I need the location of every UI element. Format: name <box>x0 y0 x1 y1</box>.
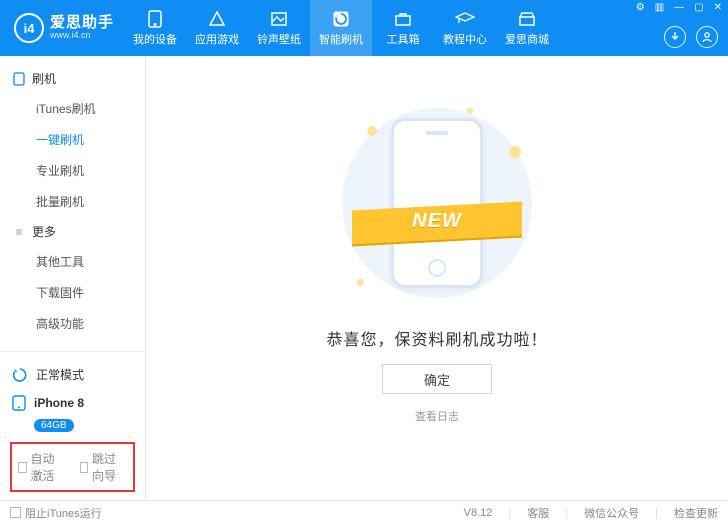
cb-label: 自动激活 <box>31 450 66 484</box>
account-btn[interactable] <box>696 26 718 48</box>
group-label: 刷机 <box>32 70 56 87</box>
nav-apps[interactable]: 应用游戏 <box>186 0 248 56</box>
apps-icon <box>207 10 227 28</box>
sidebar-group-more[interactable]: ≡ 更多 <box>0 217 145 246</box>
download-btn[interactable] <box>664 26 686 48</box>
main-panel: NEW 恭喜您，保资料刷机成功啦！ 确定 查看日志 <box>146 56 728 500</box>
flash-icon <box>331 10 351 28</box>
skin-btn[interactable]: ▥ <box>655 2 664 13</box>
sidebar-item-download-fw[interactable]: 下载固件 <box>0 277 145 308</box>
brand-logo-icon: i4 <box>14 13 44 43</box>
nav-label: 应用游戏 <box>195 31 239 47</box>
brand-name: 爱思助手 <box>50 15 114 32</box>
settings-btn[interactable]: ⚙ <box>636 2 645 13</box>
nav-flash[interactable]: 智能刷机 <box>310 0 372 56</box>
version-label: V8.12 <box>464 507 493 519</box>
sidebar-item-oneclick-flash[interactable]: 一键刷机 <box>0 124 145 155</box>
checkbox-skip-setup[interactable]: 跳过向导 <box>80 450 128 484</box>
wechat-link[interactable]: 微信公众号 <box>584 505 639 521</box>
minimize-btn[interactable]: ― <box>674 2 684 13</box>
nav-label: 智能刷机 <box>319 31 363 47</box>
sidebar-item-other-tools[interactable]: 其他工具 <box>0 246 145 277</box>
checkbox-block-itunes[interactable]: 阻止iTunes运行 <box>10 505 102 521</box>
app-header: i4 爱思助手 www.i4.cn 我的设备 应用游戏 铃声壁纸 智能刷机 工具… <box>0 0 728 56</box>
view-log-link[interactable]: 查看日志 <box>415 408 459 424</box>
toolbox-icon <box>393 10 413 28</box>
success-illustration: NEW <box>327 98 547 308</box>
device-name: iPhone 8 <box>34 396 84 410</box>
check-update-link[interactable]: 检查更新 <box>674 505 718 521</box>
sidebar-item-pro-flash[interactable]: 专业刷机 <box>0 155 145 186</box>
nav-my-device[interactable]: 我的设备 <box>124 0 186 56</box>
storage-badge: 64GB <box>34 419 74 432</box>
window-buttons: ⚙ ▥ ― ▢ ✕ <box>636 2 722 13</box>
tutorial-icon <box>455 10 475 28</box>
store-icon <box>517 10 537 28</box>
sidebar-group-flash[interactable]: 刷机 <box>0 64 145 93</box>
nav-tutorials[interactable]: 教程中心 <box>434 0 496 56</box>
checkbox-auto-activate[interactable]: 自动激活 <box>18 450 66 484</box>
sidebar-item-batch-flash[interactable]: 批量刷机 <box>0 186 145 217</box>
post-flash-options: 自动激活 跳过向导 <box>10 442 135 492</box>
close-btn[interactable]: ✕ <box>714 2 722 13</box>
new-ribbon: NEW <box>352 198 522 248</box>
ribbon-text: NEW <box>352 210 522 233</box>
device-icon <box>12 395 26 411</box>
device-info[interactable]: iPhone 8 <box>10 389 135 417</box>
nav-toolbox[interactable]: 工具箱 <box>372 0 434 56</box>
cb-label: 跳过向导 <box>92 450 127 484</box>
phone-outline-icon <box>12 72 26 86</box>
brand: i4 爱思助手 www.i4.cn <box>0 0 124 56</box>
wallpaper-icon <box>269 10 289 28</box>
phone-icon <box>145 10 165 28</box>
nav-label: 爱思商城 <box>505 31 549 47</box>
ok-button[interactable]: 确定 <box>382 364 492 394</box>
sidebar-item-advanced[interactable]: 高级功能 <box>0 308 145 339</box>
list-icon: ≡ <box>12 225 26 239</box>
success-message: 恭喜您，保资料刷机成功啦！ <box>326 326 547 350</box>
nav-label: 铃声壁纸 <box>257 31 301 47</box>
group-label: 更多 <box>32 223 56 240</box>
device-mode[interactable]: 正常模式 <box>10 360 135 389</box>
maximize-btn[interactable]: ▢ <box>694 2 703 13</box>
cb-label: 阻止iTunes运行 <box>25 505 102 521</box>
brand-sub: www.i4.cn <box>50 31 114 41</box>
nav-label: 教程中心 <box>443 31 487 47</box>
mode-label: 正常模式 <box>36 366 84 383</box>
status-bar: 阻止iTunes运行 V8.12 | 客服 | 微信公众号 | 检查更新 <box>0 500 728 524</box>
nav-ringtone-wallpaper[interactable]: 铃声壁纸 <box>248 0 310 56</box>
refresh-icon <box>12 367 28 383</box>
nav-label: 工具箱 <box>387 31 420 47</box>
nav-label: 我的设备 <box>133 31 177 47</box>
support-link[interactable]: 客服 <box>527 505 549 521</box>
nav-store[interactable]: 爱思商城 <box>496 0 558 56</box>
sidebar-item-itunes-flash[interactable]: iTunes刷机 <box>0 93 145 124</box>
sidebar: 刷机 iTunes刷机 一键刷机 专业刷机 批量刷机 ≡ 更多 其他工具 下载固… <box>0 56 146 500</box>
